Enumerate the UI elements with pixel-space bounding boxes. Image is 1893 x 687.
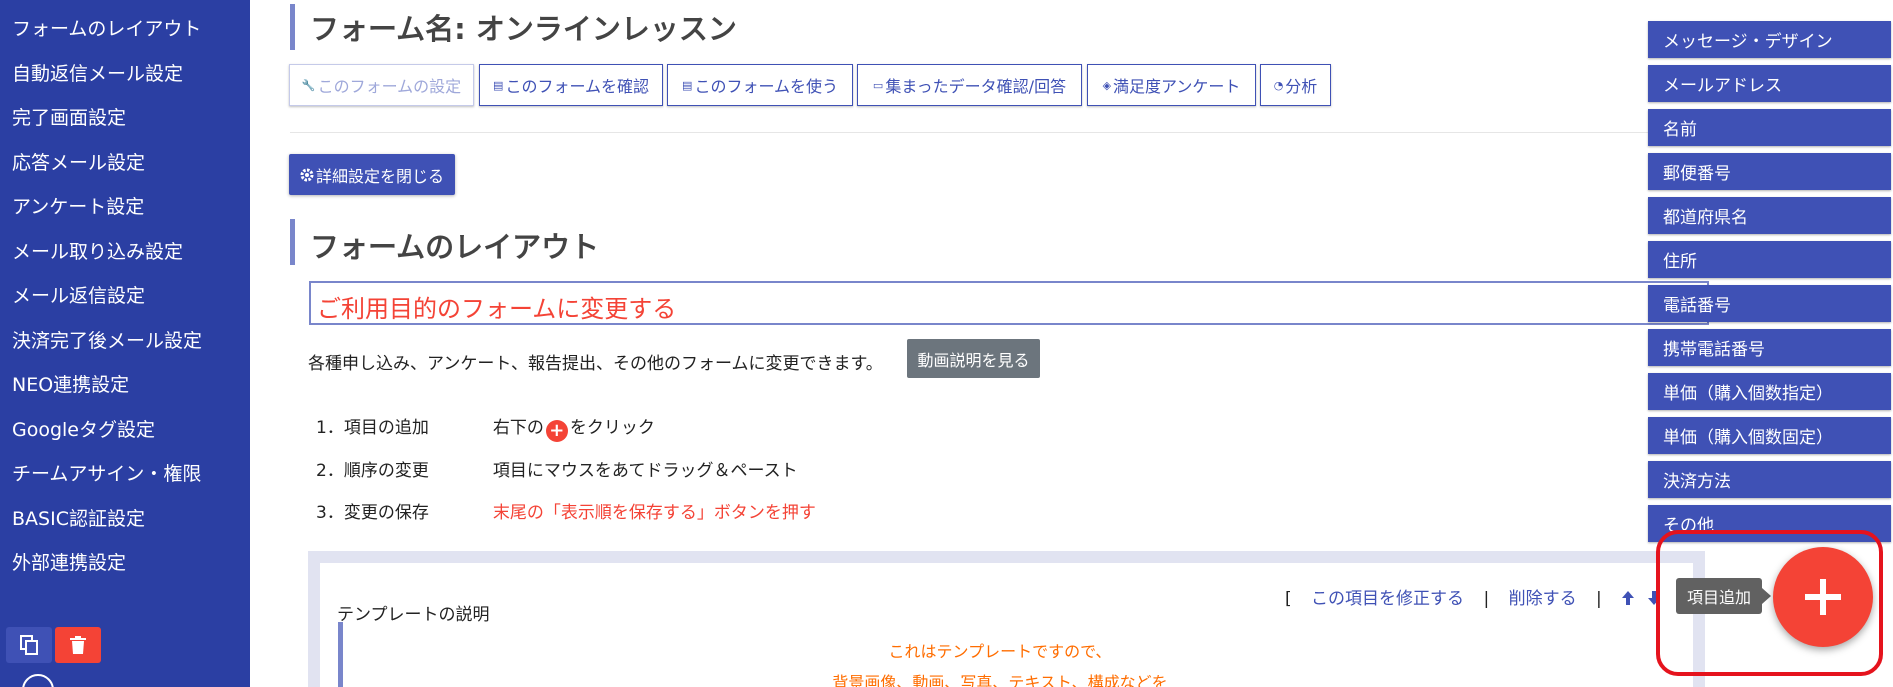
step-label: 変更の保存 [343,503,429,523]
copy-icon [20,635,38,655]
delete-button[interactable] [55,627,101,663]
change-form-label: ご利用目的のフォームに変更する [317,295,677,323]
sidebar-item[interactable]: Googleタグ設定 [12,415,155,442]
sidebar-item[interactable]: 完了画面設定 [12,103,126,130]
sidebar-item[interactable]: 応答メール設定 [12,148,145,175]
tab-button[interactable]: ◔ 分析 [1260,64,1331,106]
sidebar-item[interactable]: 決済完了後メール設定 [12,326,202,353]
step-add-item: 1．項目の追加 右下の + をクリック [316,413,655,442]
document-icon: ▤ [682,78,693,92]
gear-icon [300,168,314,181]
add-field-option[interactable]: 都道府県名 [1648,197,1891,234]
plus-icon [1805,579,1841,615]
close-detail-label: 詳細設定を閉じる [315,166,444,186]
add-field-option[interactable]: 電話番号 [1648,285,1891,322]
sidebar-item[interactable]: 外部連携設定 [12,548,126,575]
tab-label: 分析 [1285,77,1318,96]
step-number: 2． [316,461,344,481]
add-field-option[interactable]: 名前 [1648,109,1891,146]
section-title: フォームのレイアウト [310,230,600,264]
sidebar-item[interactable]: チームアサイン・権限 [12,459,201,486]
separator: | [1483,589,1490,609]
delete-item-link[interactable]: 削除する [1509,589,1577,609]
sidebar-item[interactable]: アンケート設定 [12,192,144,219]
tab-label: このフォームの設定 [317,77,462,96]
add-item-fab[interactable] [1773,547,1873,647]
template-label: テンプレートの説明 [337,605,490,625]
copy-button[interactable] [6,627,52,663]
add-field-option[interactable]: メッセージ・デザイン [1648,21,1891,58]
watch-video-button[interactable]: 動画説明を見る [907,339,1040,378]
section-accent-bar [290,219,295,265]
step-text-end: をクリック [569,418,655,438]
tab-label: このフォームを確認 [505,77,649,96]
chart-icon: ◔ [1273,78,1284,92]
tab-button[interactable]: ▤ このフォームを使う [667,64,853,106]
tab-label: 集まったデータ確認/回答 [885,77,1067,96]
step-text: 項目にマウスをあてドラッグ＆ペースト [492,461,798,481]
add-field-option[interactable]: 単価（購入個数固定） [1648,417,1891,454]
separator: | [1596,589,1602,609]
step-text: 右下の [492,418,544,438]
template-text-line: 背景画像、動画、写真、テキスト、構成などを [832,673,1168,687]
tab-button[interactable]: ▤ このフォームを確認 [479,64,663,106]
wrench-icon: 🔧 [301,78,316,92]
step-save: 3．変更の保存 末尾の「表示順を保存する」ボタンを押す [316,498,816,523]
tab-button[interactable]: ◈ 満足度アンケート [1087,64,1256,106]
step-reorder: 2．順序の変更 項目にマウスをあてドラッグ＆ペースト [316,456,798,481]
tab-label: 満足度アンケート [1113,77,1241,96]
template-text-line: これはテンプレートですので、 [888,642,1112,661]
message-icon: ▭ [872,78,884,92]
close-detail-settings-button[interactable]: 詳細設定を閉じる [289,154,455,195]
layout-description: 各種申し込み、アンケート、報告提出、その他のフォームに変更できます。 [308,354,883,374]
title-accent-bar [290,4,295,50]
avatar[interactable] [22,674,54,687]
sidebar-item[interactable]: メール返信設定 [12,281,145,308]
tab-label: このフォームを使う [694,77,838,96]
sidebar-item[interactable]: 自動返信メール設定 [12,59,183,86]
template-accent-bar [338,622,343,687]
arrow-up-icon[interactable] [1621,590,1635,606]
watch-video-label: 動画説明を見る [917,350,1030,370]
tab-button[interactable]: ▭ 集まったデータ確認/回答 [857,64,1082,106]
trash-icon [70,636,86,654]
step-number: 3． [316,503,344,523]
sidebar-item[interactable]: メール取り込み設定 [12,237,183,264]
tab-button[interactable]: 🔧 このフォームの設定 [289,64,474,106]
step-number: 1． [316,418,344,438]
page-title: フォーム名: オンラインレッスン [310,12,737,46]
change-form-box[interactable]: ご利用目的のフォームに変更する [309,281,1709,325]
add-field-option[interactable]: メールアドレス [1648,65,1891,102]
step-label: 順序の変更 [343,461,429,481]
sidebar-item[interactable]: BASIC認証設定 [12,504,145,531]
layers-icon: ◈ [1102,78,1112,92]
divider [290,132,1650,133]
add-field-option[interactable]: 決済方法 [1648,461,1891,498]
add-field-option[interactable]: 郵便番号 [1648,153,1891,190]
step-text: 末尾の「表示順を保存する」ボタンを押す [492,503,816,523]
document-icon: ▤ [493,78,504,92]
item-actions: [ この項目を修正する | 削除する | [1285,584,1661,609]
plus-circle-icon: + [545,420,568,442]
sidebar-item[interactable]: フォームのレイアウト [12,14,201,41]
bracket: [ [1285,589,1292,609]
add-item-tooltip: 項目追加 [1676,578,1771,614]
sidebar: フォームのレイアウト 自動返信メール設定 完了画面設定 応答メール設定 アンケート設定メ… [0,0,250,687]
step-label: 項目の追加 [343,418,429,438]
edit-item-link[interactable]: この項目を修正する [1311,589,1464,609]
add-field-option[interactable]: 携帯電話番号 [1648,329,1891,366]
add-field-option[interactable]: 単価（購入個数指定） [1648,373,1891,410]
add-field-option[interactable]: 住所 [1648,241,1891,278]
sidebar-item[interactable]: NEO連携設定 [12,370,129,397]
